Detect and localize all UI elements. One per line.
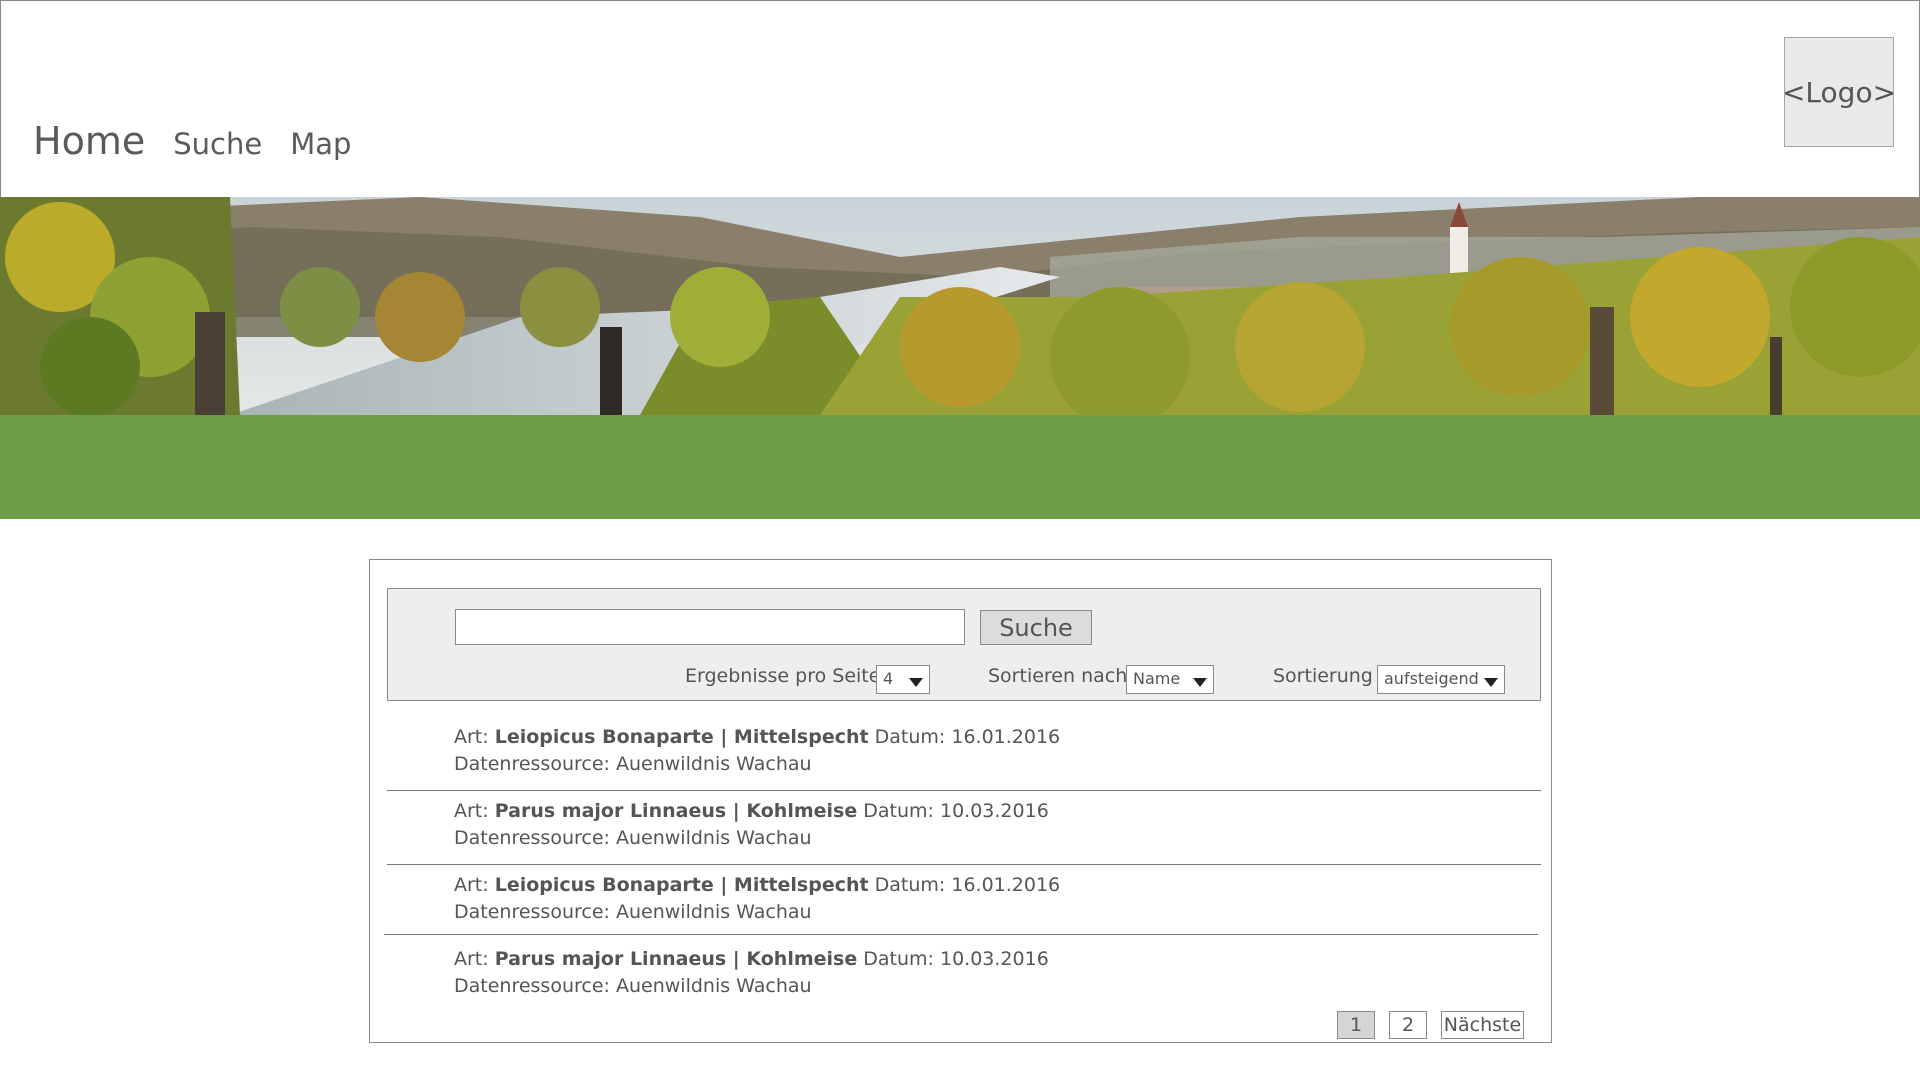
result-item[interactable]: Art: Parus major Linnaeus | Kohlmeise Da… (454, 798, 1049, 852)
common-name: Mittelspecht (733, 874, 869, 896)
date-label: Datum: (863, 800, 934, 822)
date-value: 16.01.2016 (951, 726, 1061, 748)
results-per-page-select[interactable]: 4 (876, 665, 930, 694)
date-label: Datum: (874, 874, 946, 896)
sort-by-label: Sortieren nach (988, 665, 1128, 687)
result-divider (387, 864, 1541, 865)
result-divider (384, 934, 1538, 935)
scientific-name: Leiopicus Bonaparte (494, 874, 714, 896)
chevron-down-icon (1193, 678, 1207, 687)
search-results-panel: Suche Ergebnisse pro Seite 4 Sortieren n… (369, 559, 1552, 1043)
sort-order-value: aufsteigend (1384, 669, 1479, 688)
date-value: 16.01.2016 (951, 874, 1061, 896)
search-button[interactable]: Suche (980, 610, 1092, 645)
result-item[interactable]: Art: Parus major Linnaeus | Kohlmeise Da… (454, 946, 1049, 1000)
sort-order-select[interactable]: aufsteigend (1377, 665, 1505, 694)
source-label: Datenressource: (454, 975, 610, 997)
date-value: 10.03.2016 (940, 948, 1049, 970)
hero-banner-image (0, 197, 1920, 415)
source-value: Auenwildnis Wachau (615, 753, 812, 775)
common-name: Mittelspecht (733, 726, 869, 748)
art-label: Art: (454, 800, 489, 822)
date-value: 10.03.2016 (940, 800, 1049, 822)
search-controls: Suche Ergebnisse pro Seite 4 Sortieren n… (387, 588, 1541, 701)
site-header: Home Suche Map <Logo> (0, 0, 1920, 197)
date-label: Datum: (874, 726, 946, 748)
source-label: Datenressource: (454, 827, 610, 849)
sort-order-label: Sortierung (1273, 665, 1373, 687)
logo-placeholder[interactable]: <Logo> (1782, 37, 1896, 147)
search-input[interactable] (455, 609, 965, 645)
results-per-page-value: 4 (883, 669, 894, 688)
art-label: Art: (454, 948, 489, 970)
nav-map-link[interactable]: Map (290, 127, 351, 161)
green-band (0, 415, 1920, 519)
source-value: Auenwildnis Wachau (615, 975, 812, 997)
date-label: Datum: (863, 948, 934, 970)
common-name: Kohlmeise (746, 948, 858, 970)
sort-by-select[interactable]: Name (1126, 665, 1214, 694)
source-value: Auenwildnis Wachau (615, 827, 812, 849)
source-value: Auenwildnis Wachau (615, 901, 812, 923)
main-nav: Home Suche Map (33, 119, 379, 163)
name-separator: | (713, 726, 734, 748)
results-per-page-label: Ergebnisse pro Seite (685, 665, 881, 687)
source-label: Datenressource: (454, 753, 610, 775)
scientific-name: Parus major Linnaeus (494, 800, 727, 822)
page-1-button[interactable]: 1 (1337, 1011, 1375, 1039)
art-label: Art: (454, 726, 489, 748)
page-2-button[interactable]: 2 (1389, 1011, 1427, 1039)
name-separator: | (726, 800, 747, 822)
result-item[interactable]: Art: Leiopicus Bonaparte | Mittelspecht … (454, 724, 1060, 778)
scientific-name: Leiopicus Bonaparte (494, 726, 714, 748)
nav-home-link[interactable]: Home (33, 119, 145, 163)
result-divider (387, 790, 1541, 791)
common-name: Kohlmeise (746, 800, 858, 822)
art-label: Art: (454, 874, 489, 896)
chevron-down-icon (1484, 678, 1498, 687)
chevron-down-icon (909, 678, 923, 687)
next-page-button[interactable]: Nächste (1441, 1011, 1524, 1039)
name-separator: | (713, 874, 734, 896)
scientific-name: Parus major Linnaeus (494, 948, 727, 970)
nav-search-link[interactable]: Suche (173, 127, 262, 161)
source-label: Datenressource: (454, 901, 610, 923)
name-separator: | (726, 948, 747, 970)
result-item[interactable]: Art: Leiopicus Bonaparte | Mittelspecht … (454, 872, 1060, 926)
sort-by-value: Name (1133, 669, 1181, 688)
